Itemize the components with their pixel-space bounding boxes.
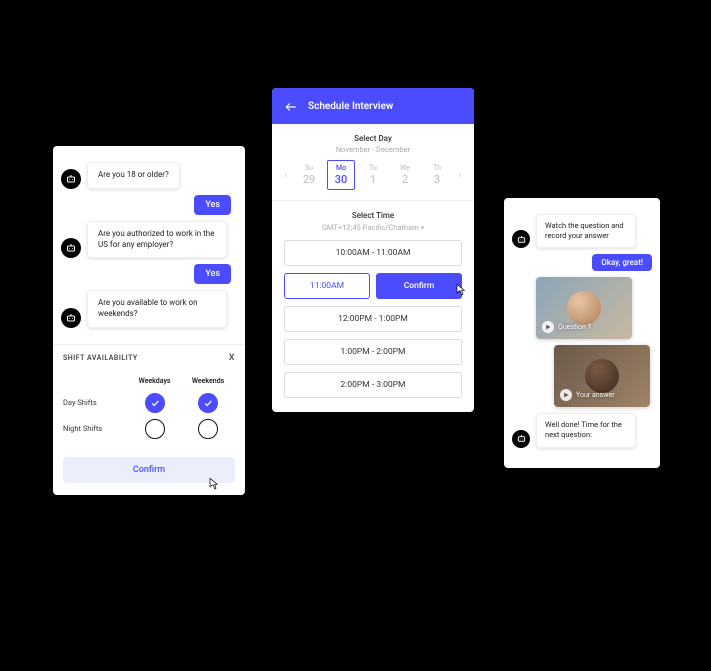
selected-time[interactable]: 11:00AM [284, 273, 370, 299]
shift-availability-section: SHIFT AVAILABILITY X Weekdays Weekends D… [53, 344, 245, 483]
dow-label: Tu [359, 164, 387, 172]
bot-avatar-icon [61, 308, 81, 328]
day-number: 1 [359, 173, 387, 186]
day-cell-tu[interactable]: Tu 1 [359, 161, 387, 189]
select-time-label: Select Time [272, 211, 474, 220]
col-weekdays: Weekdays [128, 377, 181, 387]
day-number: 2 [391, 173, 419, 186]
question-video-label: Question 1 [558, 323, 592, 331]
bot-message: Watch the question and record your answe… [536, 214, 636, 248]
schedule-title: Schedule Interview [308, 101, 393, 112]
shift-availability-title: SHIFT AVAILABILITY [63, 354, 138, 362]
col-weekends: Weekends [181, 377, 235, 387]
selected-slot-row: 11:00AM Confirm [284, 273, 462, 299]
user-reply-button[interactable]: Yes [194, 264, 231, 284]
divider [272, 200, 474, 201]
answer-video-label: Your answer [576, 391, 615, 399]
next-days-icon[interactable]: › [455, 170, 465, 181]
user-message-row: Okay, great! [512, 254, 652, 271]
confirm-time-button[interactable]: Confirm [376, 273, 462, 299]
day-number: 30 [328, 173, 354, 186]
bot-message: Are you 18 or older? [87, 162, 180, 189]
pointer-cursor-icon [205, 477, 219, 493]
toggle-day-weekdays[interactable] [145, 393, 165, 413]
day-cell-th[interactable]: Th 3 [423, 161, 451, 189]
dow-label: Mo [328, 164, 354, 172]
month-range-label: November - December [272, 145, 474, 154]
bot-avatar-icon [512, 230, 530, 248]
select-day-label: Select Day [272, 134, 474, 143]
time-slot[interactable]: 2:00PM - 3:00PM [284, 372, 462, 398]
back-arrow-icon[interactable] [284, 99, 298, 113]
user-message-row: Yes [61, 264, 237, 284]
bot-message: Are you available to work on weekends? [87, 290, 227, 328]
timezone-selector[interactable]: GMT+12:45 Pacific/Chatham▾ [272, 223, 474, 232]
bot-avatar-icon [61, 169, 81, 189]
day-number: 29 [295, 173, 323, 186]
day-cell-we[interactable]: We 2 [391, 161, 419, 189]
schedule-interview-card: Schedule Interview Select Day November -… [272, 88, 474, 412]
play-icon [560, 389, 572, 401]
play-badge[interactable]: Your answer [560, 389, 615, 401]
dow-label: Su [295, 164, 323, 172]
bot-message-row: Well done! Time for the next question: [512, 413, 652, 447]
toggle-night-weekends[interactable] [198, 419, 218, 439]
user-message-row: Yes [61, 195, 237, 215]
question-video-tile[interactable]: Question 1 [536, 277, 632, 339]
answer-video-tile[interactable]: Your answer [554, 345, 650, 407]
bot-message-row: Are you authorized to work in the US for… [61, 221, 237, 259]
answer-video-row: Your answer [512, 345, 652, 407]
bot-message-row: Watch the question and record your answe… [512, 214, 652, 248]
pointer-cursor-icon [452, 283, 466, 299]
day-number: 3 [423, 173, 451, 186]
bot-message-row: Are you available to work on weekends? [61, 290, 237, 328]
day-cell-mo[interactable]: Mo 30 [327, 160, 355, 190]
user-reply-button[interactable]: Yes [194, 195, 231, 215]
user-reply-button[interactable]: Okay, great! [592, 254, 652, 271]
chat-thread: Are you 18 or older? Yes Are you authori… [53, 146, 245, 340]
toggle-day-weekends[interactable] [198, 393, 218, 413]
bot-message: Well done! Time for the next question: [536, 413, 636, 447]
play-badge[interactable]: Question 1 [542, 321, 592, 333]
row-day-shifts: Day Shifts [63, 393, 128, 413]
time-slot-list: 10:00AM - 11:00AM 11:00AM Confirm 12:00P… [272, 240, 474, 412]
bot-avatar-icon [512, 430, 530, 448]
schedule-header: Schedule Interview [272, 88, 474, 124]
question-video-row: Question 1 [512, 277, 652, 339]
timezone-value: GMT+12:45 Pacific/Chatham [322, 223, 419, 232]
play-icon [542, 321, 554, 333]
close-icon[interactable]: X [229, 353, 235, 363]
toggle-night-weekdays[interactable] [145, 419, 165, 439]
chevron-down-icon: ▾ [421, 224, 425, 232]
bot-message-row: Are you 18 or older? [61, 162, 237, 189]
time-slot[interactable]: 10:00AM - 11:00AM [284, 240, 462, 266]
dow-label: We [391, 164, 419, 172]
shift-availability-grid: Weekdays Weekends Day Shifts Night Shift… [63, 371, 235, 445]
chatbot-screening-card: Are you 18 or older? Yes Are you authori… [53, 146, 245, 495]
time-slot[interactable]: 1:00PM - 2:00PM [284, 339, 462, 365]
row-night-shifts: Night Shifts [63, 419, 128, 439]
day-picker-strip: ‹ Su 29 Mo 30 Tu 1 We 2 Th 3 › [272, 154, 474, 200]
dow-label: Th [423, 164, 451, 172]
day-cell-su[interactable]: Su 29 [295, 161, 323, 189]
bot-avatar-icon [61, 238, 81, 258]
bot-message: Are you authorized to work in the US for… [87, 221, 227, 259]
time-slot[interactable]: 12:00PM - 1:00PM [284, 306, 462, 332]
video-interview-card: Watch the question and record your answe… [504, 198, 660, 468]
prev-days-icon[interactable]: ‹ [281, 170, 291, 181]
